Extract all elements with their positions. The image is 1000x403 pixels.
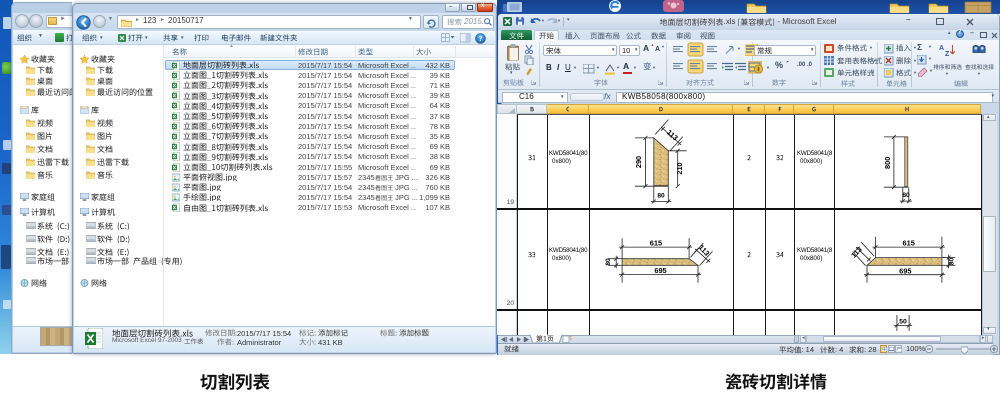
svg-text:615: 615 xyxy=(650,238,662,247)
svg-text:695: 695 xyxy=(899,266,911,275)
svg-text:?: ? xyxy=(479,34,483,43)
svg-text:80: 80 xyxy=(949,258,956,266)
svg-text:80: 80 xyxy=(657,193,665,200)
svg-text:A: A xyxy=(939,45,944,52)
svg-text:210: 210 xyxy=(675,162,684,174)
svg-text:113: 113 xyxy=(849,245,864,260)
svg-text:80: 80 xyxy=(902,192,910,199)
svg-text:50: 50 xyxy=(899,318,907,325)
svg-text:695: 695 xyxy=(654,266,666,275)
svg-text:Z: Z xyxy=(945,51,950,57)
svg-text:113: 113 xyxy=(665,128,680,143)
svg-text:615: 615 xyxy=(903,238,915,247)
svg-text:800: 800 xyxy=(883,157,892,169)
svg-text:290: 290 xyxy=(634,156,643,168)
svg-text:80: 80 xyxy=(605,258,612,266)
